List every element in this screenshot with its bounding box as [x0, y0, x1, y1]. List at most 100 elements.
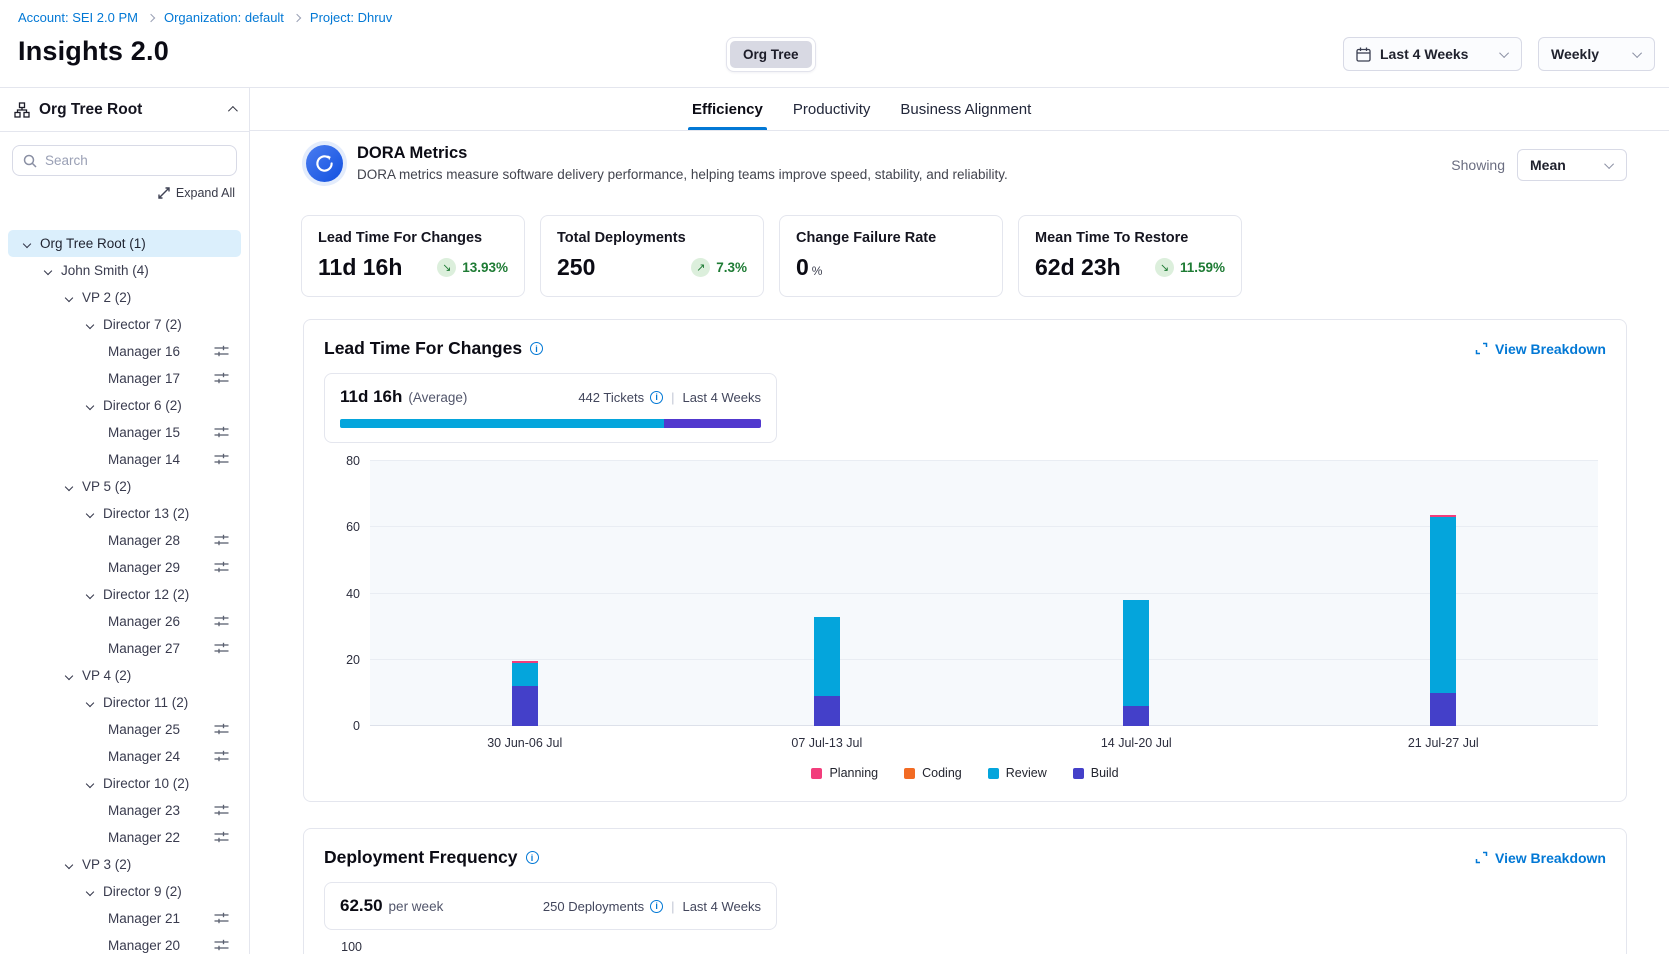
tree-node-vp-4-2[interactable]: VP 4 (2) [8, 662, 241, 689]
chevron-down-icon[interactable] [86, 509, 94, 517]
chevron-down-icon[interactable] [23, 239, 31, 247]
tree-node-director-11-2[interactable]: Director 11 (2) [8, 689, 241, 716]
breadcrumb-link[interactable]: Account: SEI 2.0 PM [18, 10, 138, 25]
chevron-down-icon[interactable] [65, 293, 73, 301]
tree-node-manager-17[interactable]: Manager 17 [8, 365, 241, 392]
chevron-down-icon[interactable] [86, 779, 94, 787]
period-label: Last 4 Weeks [682, 390, 761, 405]
node-settings-icon[interactable] [214, 804, 229, 819]
tree-node-manager-21[interactable]: Manager 21 [8, 905, 241, 932]
tree-node-manager-26[interactable]: Manager 26 [8, 608, 241, 635]
tree-node-vp-3-2[interactable]: VP 3 (2) [8, 851, 241, 878]
info-icon[interactable] [650, 391, 663, 404]
tree-node-manager-28[interactable]: Manager 28 [8, 527, 241, 554]
tree-node-manager-27[interactable]: Manager 27 [8, 635, 241, 662]
tree-node-manager-25[interactable]: Manager 25 [8, 716, 241, 743]
node-settings-icon[interactable] [214, 723, 229, 738]
node-settings-icon[interactable] [214, 939, 229, 954]
bar-segment-review[interactable] [1430, 517, 1456, 693]
chevron-down-icon[interactable] [86, 320, 94, 328]
tree-node-director-9-2[interactable]: Director 9 (2) [8, 878, 241, 905]
tree-node-vp-2-2[interactable]: VP 2 (2) [8, 284, 241, 311]
lead-time-view-breakdown[interactable]: View Breakdown [1475, 341, 1606, 357]
chevron-down-icon[interactable] [86, 590, 94, 598]
metric-title: Lead Time For Changes [318, 230, 508, 246]
legend-item-coding[interactable]: Coding [904, 766, 962, 780]
chevron-down-icon[interactable] [86, 887, 94, 895]
tree-node-manager-29[interactable]: Manager 29 [8, 554, 241, 581]
tree-node-director-13-2[interactable]: Director 13 (2) [8, 500, 241, 527]
bar-21-jul-27-jul[interactable] [1430, 461, 1456, 726]
tree-node-org-tree-root-1[interactable]: Org Tree Root (1) [8, 230, 241, 257]
breadcrumb-link[interactable]: Organization: default [164, 10, 284, 25]
tree-node-director-7-2[interactable]: Director 7 (2) [8, 311, 241, 338]
bar-segment-review[interactable] [512, 663, 538, 686]
node-settings-icon[interactable] [214, 372, 229, 387]
org-tree-button[interactable]: Org Tree [730, 41, 812, 68]
tree-node-manager-20[interactable]: Manager 20 [8, 932, 241, 954]
tree-node-john-smith-4[interactable]: John Smith (4) [8, 257, 241, 284]
node-settings-icon[interactable] [214, 345, 229, 360]
bar-30-jun-06-jul[interactable] [512, 461, 538, 726]
bar-07-jul-13-jul[interactable] [814, 461, 840, 726]
legend-item-planning[interactable]: Planning [811, 766, 878, 780]
showing-control: Showing Mean [1451, 149, 1627, 181]
node-settings-icon[interactable] [214, 615, 229, 630]
node-settings-icon[interactable] [214, 426, 229, 441]
tree-node-director-12-2[interactable]: Director 12 (2) [8, 581, 241, 608]
chevron-down-icon[interactable] [44, 266, 52, 274]
lead-time-average-value: 11d 16h [340, 387, 402, 407]
chevron-down-icon[interactable] [65, 671, 73, 679]
bar-segment-build[interactable] [1430, 693, 1456, 726]
legend-item-build[interactable]: Build [1073, 766, 1119, 780]
bar-14-jul-20-jul[interactable] [1123, 461, 1149, 726]
tree-node-label: John Smith (4) [61, 263, 149, 278]
tab-productivity[interactable]: Productivity [793, 88, 871, 130]
expand-icon [1475, 342, 1488, 355]
chevron-down-icon[interactable] [65, 482, 73, 490]
page-title: Insights 2.0 [18, 36, 169, 67]
chevron-down-icon[interactable] [86, 401, 94, 409]
showing-dropdown[interactable]: Mean [1517, 149, 1627, 181]
node-settings-icon[interactable] [214, 453, 229, 468]
expand-all-button[interactable]: Expand All [0, 186, 235, 200]
tab-efficiency[interactable]: Efficiency [692, 88, 763, 130]
bar-segment-build[interactable] [1123, 706, 1149, 726]
info-icon[interactable] [530, 342, 543, 355]
tree-node-director-10-2[interactable]: Director 10 (2) [8, 770, 241, 797]
collapse-sidebar-icon[interactable] [228, 106, 238, 116]
tree-node-manager-22[interactable]: Manager 22 [8, 824, 241, 851]
legend-item-review[interactable]: Review [988, 766, 1047, 780]
date-range-dropdown[interactable]: Last 4 Weeks [1343, 37, 1522, 71]
tree-node-vp-5-2[interactable]: VP 5 (2) [8, 473, 241, 500]
tree-node-manager-23[interactable]: Manager 23 [8, 797, 241, 824]
bar-segment-build[interactable] [814, 696, 840, 726]
tree-node-manager-15[interactable]: Manager 15 [8, 419, 241, 446]
tree-node-label: Manager 16 [108, 344, 180, 359]
search-input[interactable] [45, 153, 226, 168]
chevron-down-icon[interactable] [65, 860, 73, 868]
tree-node-manager-24[interactable]: Manager 24 [8, 743, 241, 770]
info-icon[interactable] [650, 900, 663, 913]
deployment-view-breakdown[interactable]: View Breakdown [1475, 850, 1606, 866]
node-settings-icon[interactable] [214, 750, 229, 765]
chevron-down-icon[interactable] [86, 698, 94, 706]
bar-segment-review[interactable] [814, 617, 840, 697]
tree-node-manager-14[interactable]: Manager 14 [8, 446, 241, 473]
breadcrumb-link[interactable]: Project: Dhruv [310, 10, 392, 25]
legend-swatch-icon [811, 768, 822, 779]
tree-node-label: Manager 24 [108, 749, 180, 764]
node-settings-icon[interactable] [214, 912, 229, 927]
node-settings-icon[interactable] [214, 642, 229, 657]
tree-node-director-6-2[interactable]: Director 6 (2) [8, 392, 241, 419]
tree-node-manager-16[interactable]: Manager 16 [8, 338, 241, 365]
bar-segment-review[interactable] [1123, 600, 1149, 706]
bar-segment-build[interactable] [512, 686, 538, 726]
tab-business-alignment[interactable]: Business Alignment [900, 88, 1031, 130]
granularity-dropdown[interactable]: Weekly [1538, 37, 1655, 71]
node-settings-icon[interactable] [214, 534, 229, 549]
trend-percent: 13.93% [462, 260, 508, 275]
node-settings-icon[interactable] [214, 561, 229, 576]
node-settings-icon[interactable] [214, 831, 229, 846]
info-icon[interactable] [526, 851, 539, 864]
